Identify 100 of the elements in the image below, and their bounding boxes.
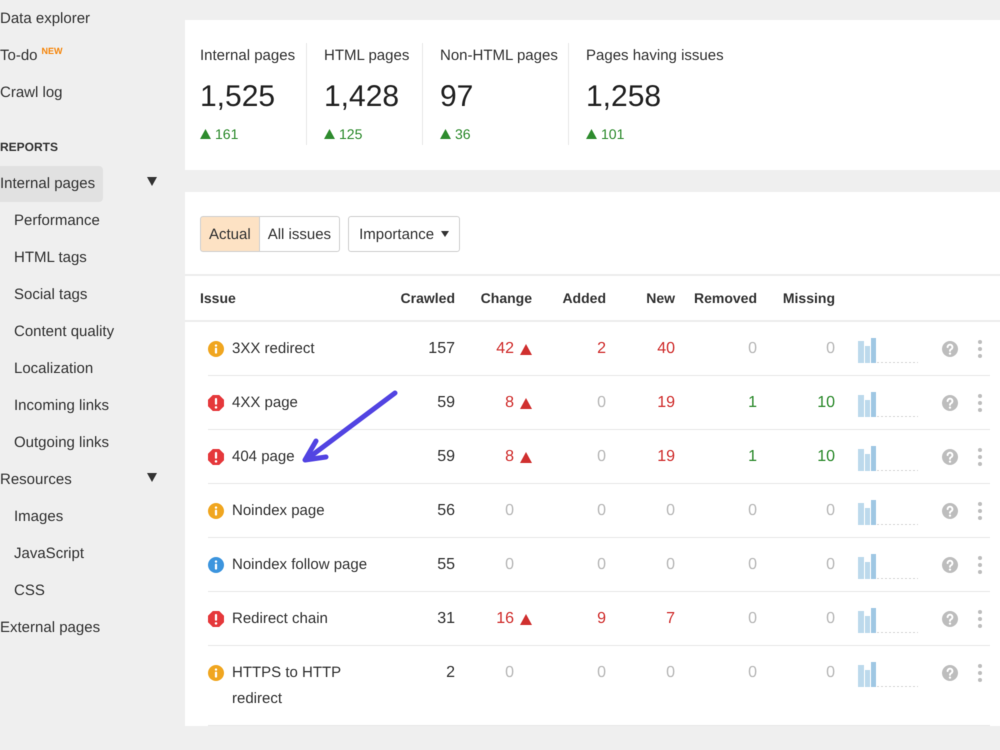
stat-value: 1,428	[324, 79, 400, 115]
alert-icon	[208, 395, 224, 411]
table-cell-text: 0	[597, 393, 606, 413]
caret-icon[interactable]	[147, 473, 157, 482]
stat-value: 1,258	[586, 79, 662, 115]
more-icon[interactable]	[978, 394, 982, 412]
issue-name[interactable]: HTTPS to HTTP redirect	[232, 660, 382, 712]
table-cell-text: 1	[748, 393, 757, 413]
help-icon[interactable]	[942, 611, 958, 627]
sidebar-item[interactable]: Incoming links	[14, 388, 118, 424]
table-cell-text: 59	[437, 393, 455, 413]
table-cell-text: 0	[666, 501, 675, 521]
sidebar-item[interactable]: Outgoing links	[14, 424, 118, 460]
sidebar-item[interactable]: Resources	[0, 462, 80, 498]
sidebar-item[interactable]: Images	[14, 498, 72, 534]
sidebar-item[interactable]: Content quality	[14, 314, 122, 350]
help-icon[interactable]	[942, 341, 958, 357]
help-icon[interactable]	[942, 449, 958, 465]
table-cell-text: 8	[505, 447, 514, 467]
sparkline	[858, 389, 918, 417]
table-cell-text: 40	[657, 339, 675, 359]
table-cell-text: 0	[748, 501, 757, 521]
column-header[interactable]: Crawled	[400, 290, 455, 306]
column-header[interactable]: Added	[562, 290, 606, 306]
column-header[interactable]: New	[646, 290, 675, 306]
table-cell-text: 157	[428, 339, 455, 359]
stat-change: 161	[215, 126, 238, 142]
table-cell-text: 56	[437, 501, 455, 521]
sidebar-item[interactable]: Localization	[14, 350, 102, 386]
filter-tab[interactable]: Actual	[200, 216, 260, 252]
column-header[interactable]: Change	[480, 290, 532, 306]
info-icon	[208, 503, 224, 519]
new-label: NEW	[42, 46, 63, 56]
filter-tab[interactable]: All issues	[260, 216, 340, 252]
alert-icon	[208, 611, 224, 627]
issue-name[interactable]: Noindex page	[232, 498, 325, 524]
table-cell-text: 0	[748, 663, 757, 683]
table-cell-text: 0	[826, 663, 835, 683]
more-icon[interactable]	[978, 502, 982, 520]
table-cell-text: 0	[826, 501, 835, 521]
issue-name[interactable]: 3XX redirect	[232, 336, 315, 362]
column-header[interactable]: Missing	[782, 290, 835, 306]
table-cell-text: 0	[748, 609, 757, 629]
table-cell-text: 0	[826, 555, 835, 575]
help-icon[interactable]	[942, 503, 958, 519]
table-cell-text: 59	[437, 447, 455, 467]
sidebar-item[interactable]: HTML tags	[14, 240, 95, 276]
stat-label: Internal pages	[200, 47, 296, 65]
sidebar-item[interactable]: Performance	[14, 202, 108, 238]
help-icon[interactable]	[942, 557, 958, 573]
table-cell-text: 0	[505, 555, 514, 575]
table-cell-text: 0	[748, 339, 757, 359]
sidebar-item[interactable]: Data explorer	[0, 0, 98, 36]
help-icon[interactable]	[942, 665, 958, 681]
stat-change: 101	[601, 126, 624, 142]
more-icon[interactable]	[978, 556, 982, 574]
issue-name[interactable]: 4XX page	[232, 390, 298, 416]
sidebar-item[interactable]: Internal pages	[0, 166, 104, 202]
table-cell-text: 7	[666, 609, 675, 629]
column-header[interactable]: Removed	[694, 290, 757, 306]
more-icon[interactable]	[978, 664, 982, 682]
table-cell-text: 16	[496, 609, 514, 629]
table-cell-text: 0	[666, 663, 675, 683]
table-cell-text: 42	[496, 339, 514, 359]
table-cell-text: 0	[505, 501, 514, 521]
sidebar-item[interactable]: JavaScript	[14, 536, 92, 572]
stat-change: 36	[455, 126, 471, 142]
more-icon[interactable]	[978, 448, 982, 466]
section-title: REPORTS	[0, 140, 58, 154]
importance-dropdown[interactable]: Importance	[348, 216, 460, 252]
sparkline	[858, 497, 918, 525]
sidebar-item[interactable]: External pages	[0, 610, 108, 646]
alert-icon	[208, 449, 224, 465]
help-icon[interactable]	[942, 395, 958, 411]
caret-icon[interactable]	[147, 177, 157, 186]
issue-name[interactable]: 404 page	[232, 444, 295, 470]
sparkline	[858, 659, 918, 687]
table-cell-text: 0	[826, 609, 835, 629]
table-cell-text: 2	[446, 663, 455, 683]
more-icon[interactable]	[978, 340, 982, 358]
table-cell-text: 31	[437, 609, 455, 629]
table-cell-text: 10	[817, 393, 835, 413]
sparkline	[858, 551, 918, 579]
issue-name[interactable]: Redirect chain	[232, 606, 328, 632]
more-icon[interactable]	[978, 610, 982, 628]
info-icon	[208, 341, 224, 357]
stat-value: 97	[440, 79, 474, 115]
table-cell-text: 19	[657, 393, 675, 413]
sidebar-item[interactable]: Crawl log	[0, 74, 71, 110]
issue-name[interactable]: Noindex follow page	[232, 552, 368, 578]
stat-label: Pages having issues	[586, 47, 724, 65]
sidebar-item[interactable]: Social tags	[14, 276, 96, 312]
sidebar-item[interactable]: CSS	[14, 572, 53, 608]
column-header[interactable]: Issue	[200, 290, 236, 306]
table-cell-text: 0	[597, 555, 606, 575]
table-cell-text: 8	[505, 393, 514, 413]
sparkline	[858, 605, 918, 633]
table-cell-text: 0	[748, 555, 757, 575]
stat-label: Non-HTML pages	[440, 47, 558, 65]
stat-label: HTML pages	[324, 47, 410, 65]
